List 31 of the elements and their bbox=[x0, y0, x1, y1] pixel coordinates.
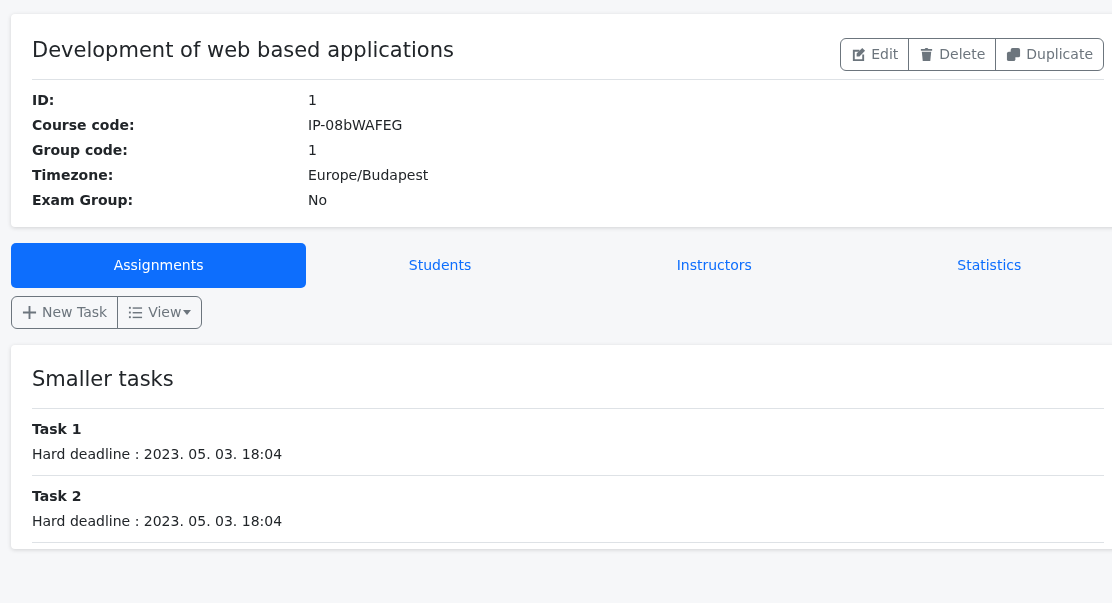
field-value: IP-08bWAFEG bbox=[308, 116, 403, 135]
tab[interactable]: Statistics bbox=[854, 243, 1112, 288]
field-value: No bbox=[308, 191, 328, 210]
task-deadline: Hard deadline : 2023. 05. 03. 18:04 bbox=[32, 445, 283, 465]
duplicate-button[interactable]: Duplicate bbox=[995, 38, 1104, 71]
tab[interactable]: Instructors bbox=[573, 243, 855, 288]
field-label: Course code: bbox=[32, 116, 136, 135]
field-value: 1 bbox=[308, 141, 317, 160]
caret-icon bbox=[183, 310, 192, 315]
field-value: Europe/Budapest bbox=[308, 166, 429, 185]
plus-icon bbox=[22, 305, 37, 320]
field-label: Timezone: bbox=[32, 166, 115, 185]
field-label: Group code: bbox=[32, 141, 129, 160]
task-deadline: Hard deadline : 2023. 05. 03. 18:04 bbox=[32, 512, 283, 532]
edit-button[interactable]: Edit bbox=[840, 38, 910, 71]
copy-icon bbox=[1006, 47, 1022, 62]
field-label: Exam Group: bbox=[32, 191, 135, 210]
task-name[interactable]: Task 1 bbox=[32, 417, 82, 443]
list-icon bbox=[128, 305, 144, 320]
field-label: ID: bbox=[32, 91, 56, 110]
field-value: 1 bbox=[308, 91, 317, 110]
delete-button[interactable]: Delete bbox=[908, 38, 997, 71]
trash-icon bbox=[919, 47, 935, 62]
new-task-button[interactable]: New Task bbox=[11, 296, 119, 329]
view-dropdown-button[interactable]: View bbox=[117, 296, 203, 329]
edit-icon bbox=[851, 47, 867, 62]
section-title: Smaller tasks bbox=[32, 367, 175, 393]
tab[interactable]: Assignments bbox=[11, 243, 307, 288]
task-name[interactable]: Task 2 bbox=[32, 484, 82, 510]
course-title: Development of web based applications bbox=[32, 37, 454, 64]
tab[interactable]: Students bbox=[306, 243, 574, 288]
